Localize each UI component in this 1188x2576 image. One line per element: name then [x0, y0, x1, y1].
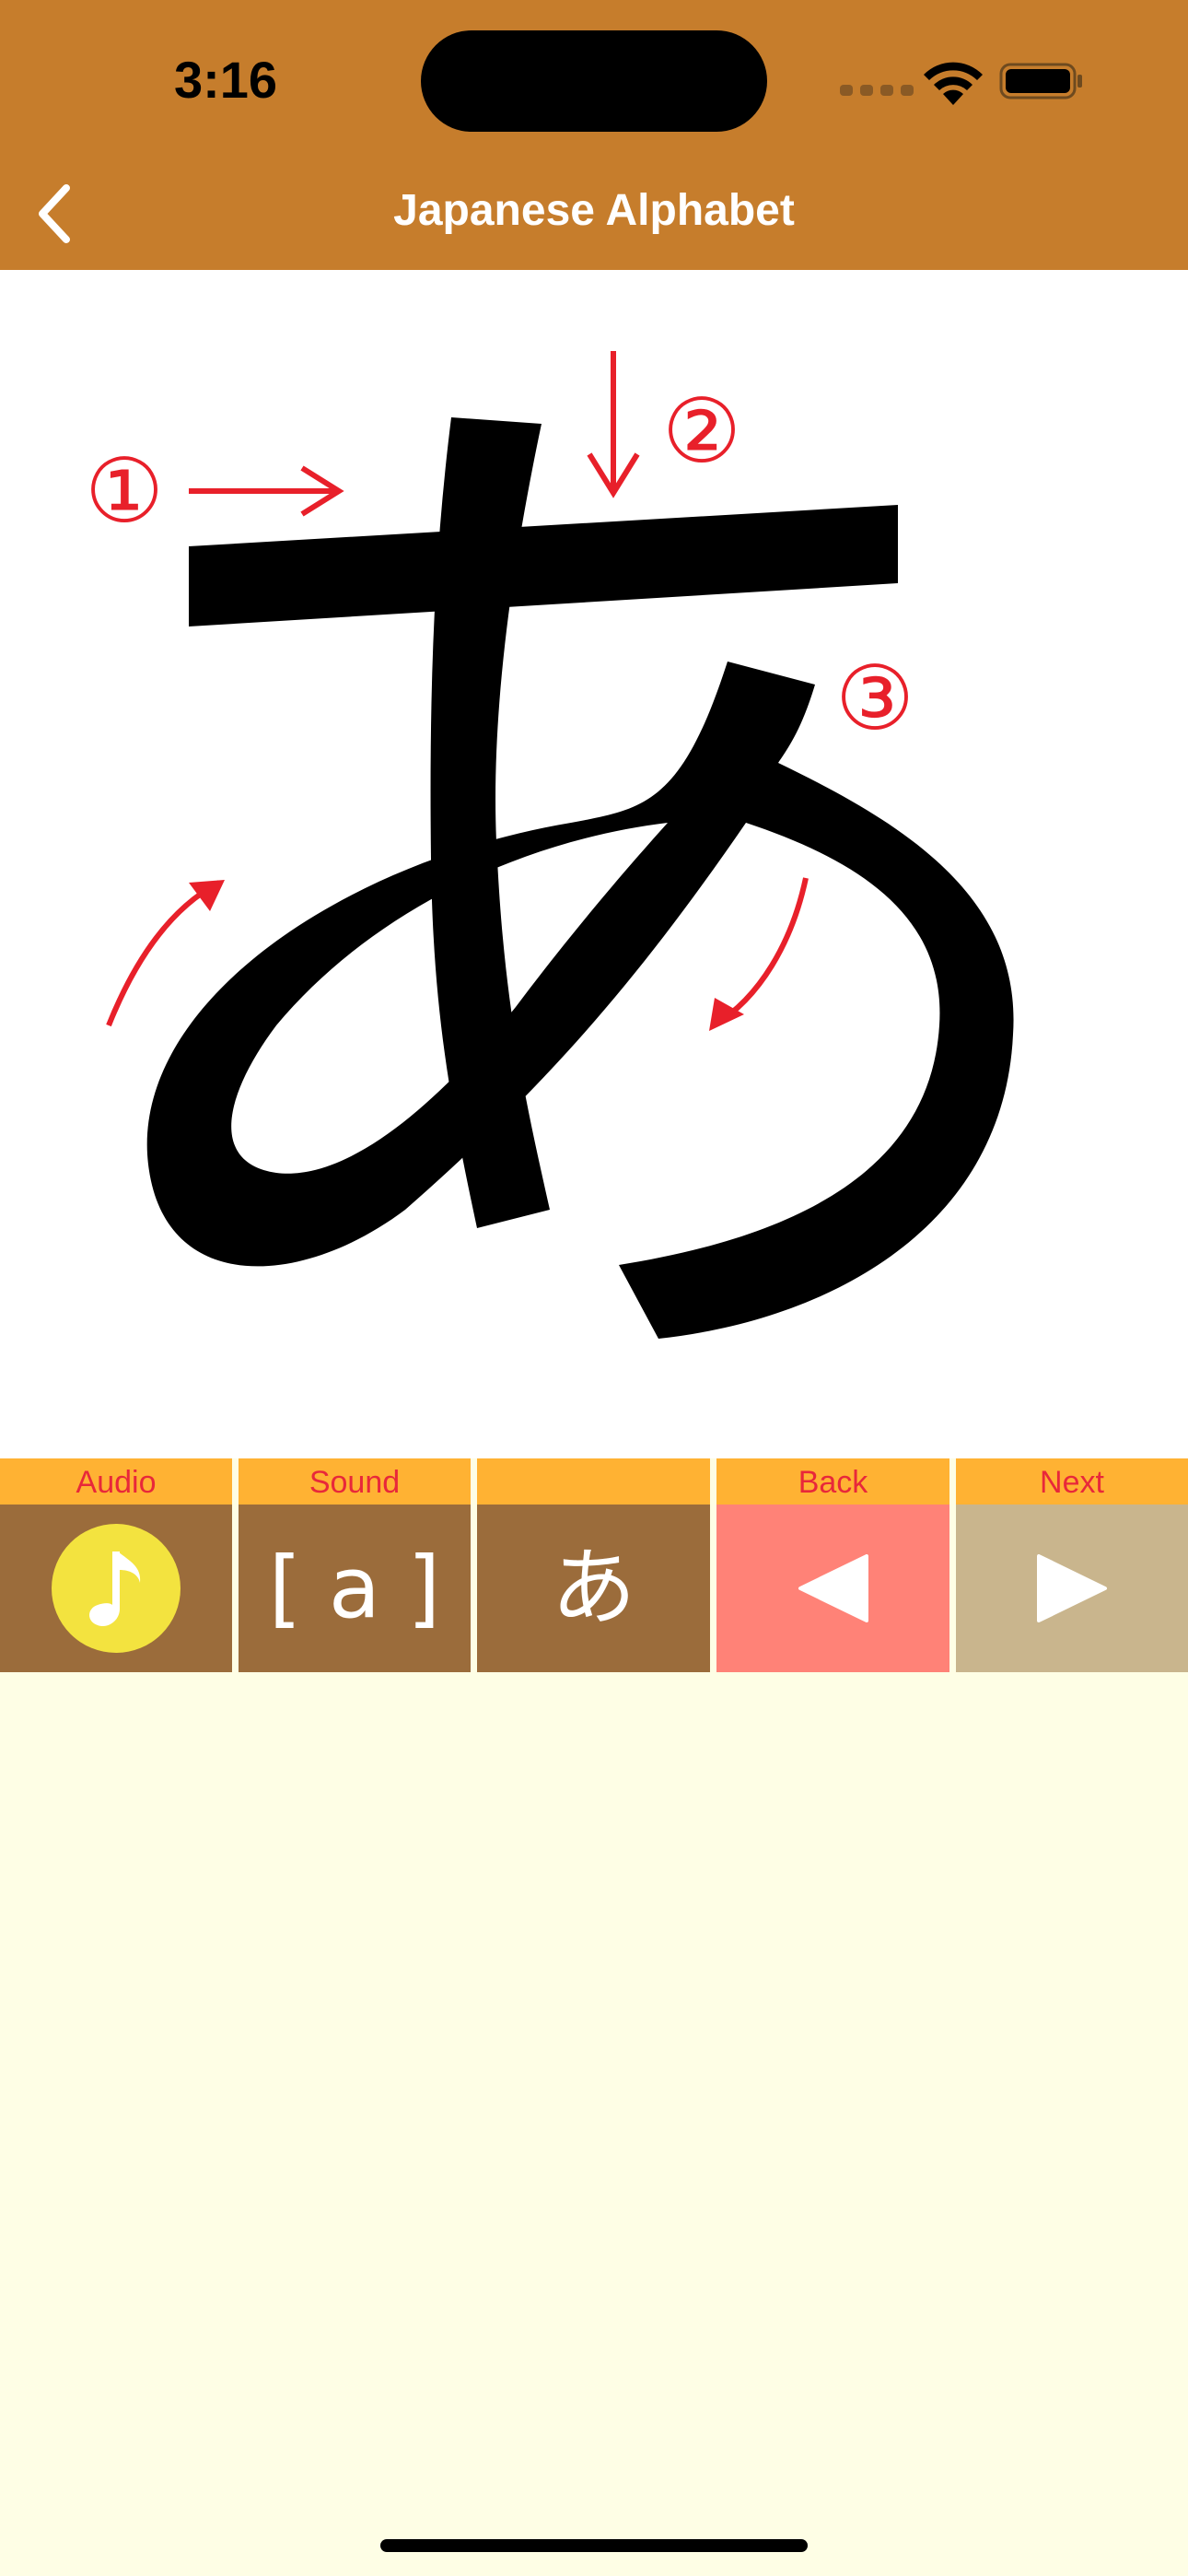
character-button[interactable]: あ — [477, 1458, 710, 1672]
next-button[interactable]: Next — [956, 1458, 1188, 1672]
sound-button-body[interactable]: [ a ] — [239, 1505, 471, 1672]
status-bar: 3:16 — [0, 0, 1188, 157]
control-toolbar: Audio Sound [ a ] あ Back Next — [0, 1458, 1188, 1672]
triangle-left-icon — [798, 1554, 868, 1622]
sound-label: Sound — [239, 1458, 471, 1505]
stroke-3-shape — [146, 662, 1014, 1339]
page-title: Japanese Alphabet — [393, 186, 795, 235]
hiragana-a-stroke-diagram — [106, 351, 1014, 1339]
audio-circle[interactable] — [52, 1524, 181, 1653]
stroke-number-3: ③ — [834, 647, 915, 750]
back-label: Back — [716, 1458, 949, 1505]
dynamic-island — [421, 30, 767, 132]
audio-button-body[interactable] — [0, 1505, 232, 1672]
hiragana-character: あ — [551, 1539, 636, 1637]
home-indicator[interactable] — [380, 2539, 808, 2552]
stroke-number-1: ① — [84, 439, 165, 543]
next-label: Next — [956, 1458, 1188, 1505]
music-note-icon — [89, 1551, 141, 1627]
back-button-body[interactable] — [716, 1505, 949, 1672]
back-button[interactable]: Back — [716, 1458, 949, 1672]
triangle-right-icon — [1037, 1554, 1107, 1622]
stroke-order-image: ① ② ③ — [0, 270, 1188, 1458]
status-time: 3:16 — [173, 51, 278, 109]
audio-button[interactable]: Audio — [0, 1458, 232, 1672]
sound-button[interactable]: Sound [ a ] — [239, 1458, 471, 1672]
chevron-left-icon[interactable] — [28, 177, 83, 251]
character-button-body[interactable]: あ — [477, 1505, 710, 1672]
stroke-1-shape — [189, 505, 898, 626]
audio-label: Audio — [0, 1458, 232, 1505]
romaji-text: [ a ] — [268, 1539, 441, 1637]
navigation-bar: Japanese Alphabet — [0, 157, 1188, 270]
wifi-icon — [924, 62, 983, 105]
character-label — [477, 1458, 710, 1505]
next-button-body[interactable] — [956, 1505, 1188, 1672]
battery-icon — [999, 63, 1082, 100]
stroke-number-2: ② — [661, 380, 742, 483]
